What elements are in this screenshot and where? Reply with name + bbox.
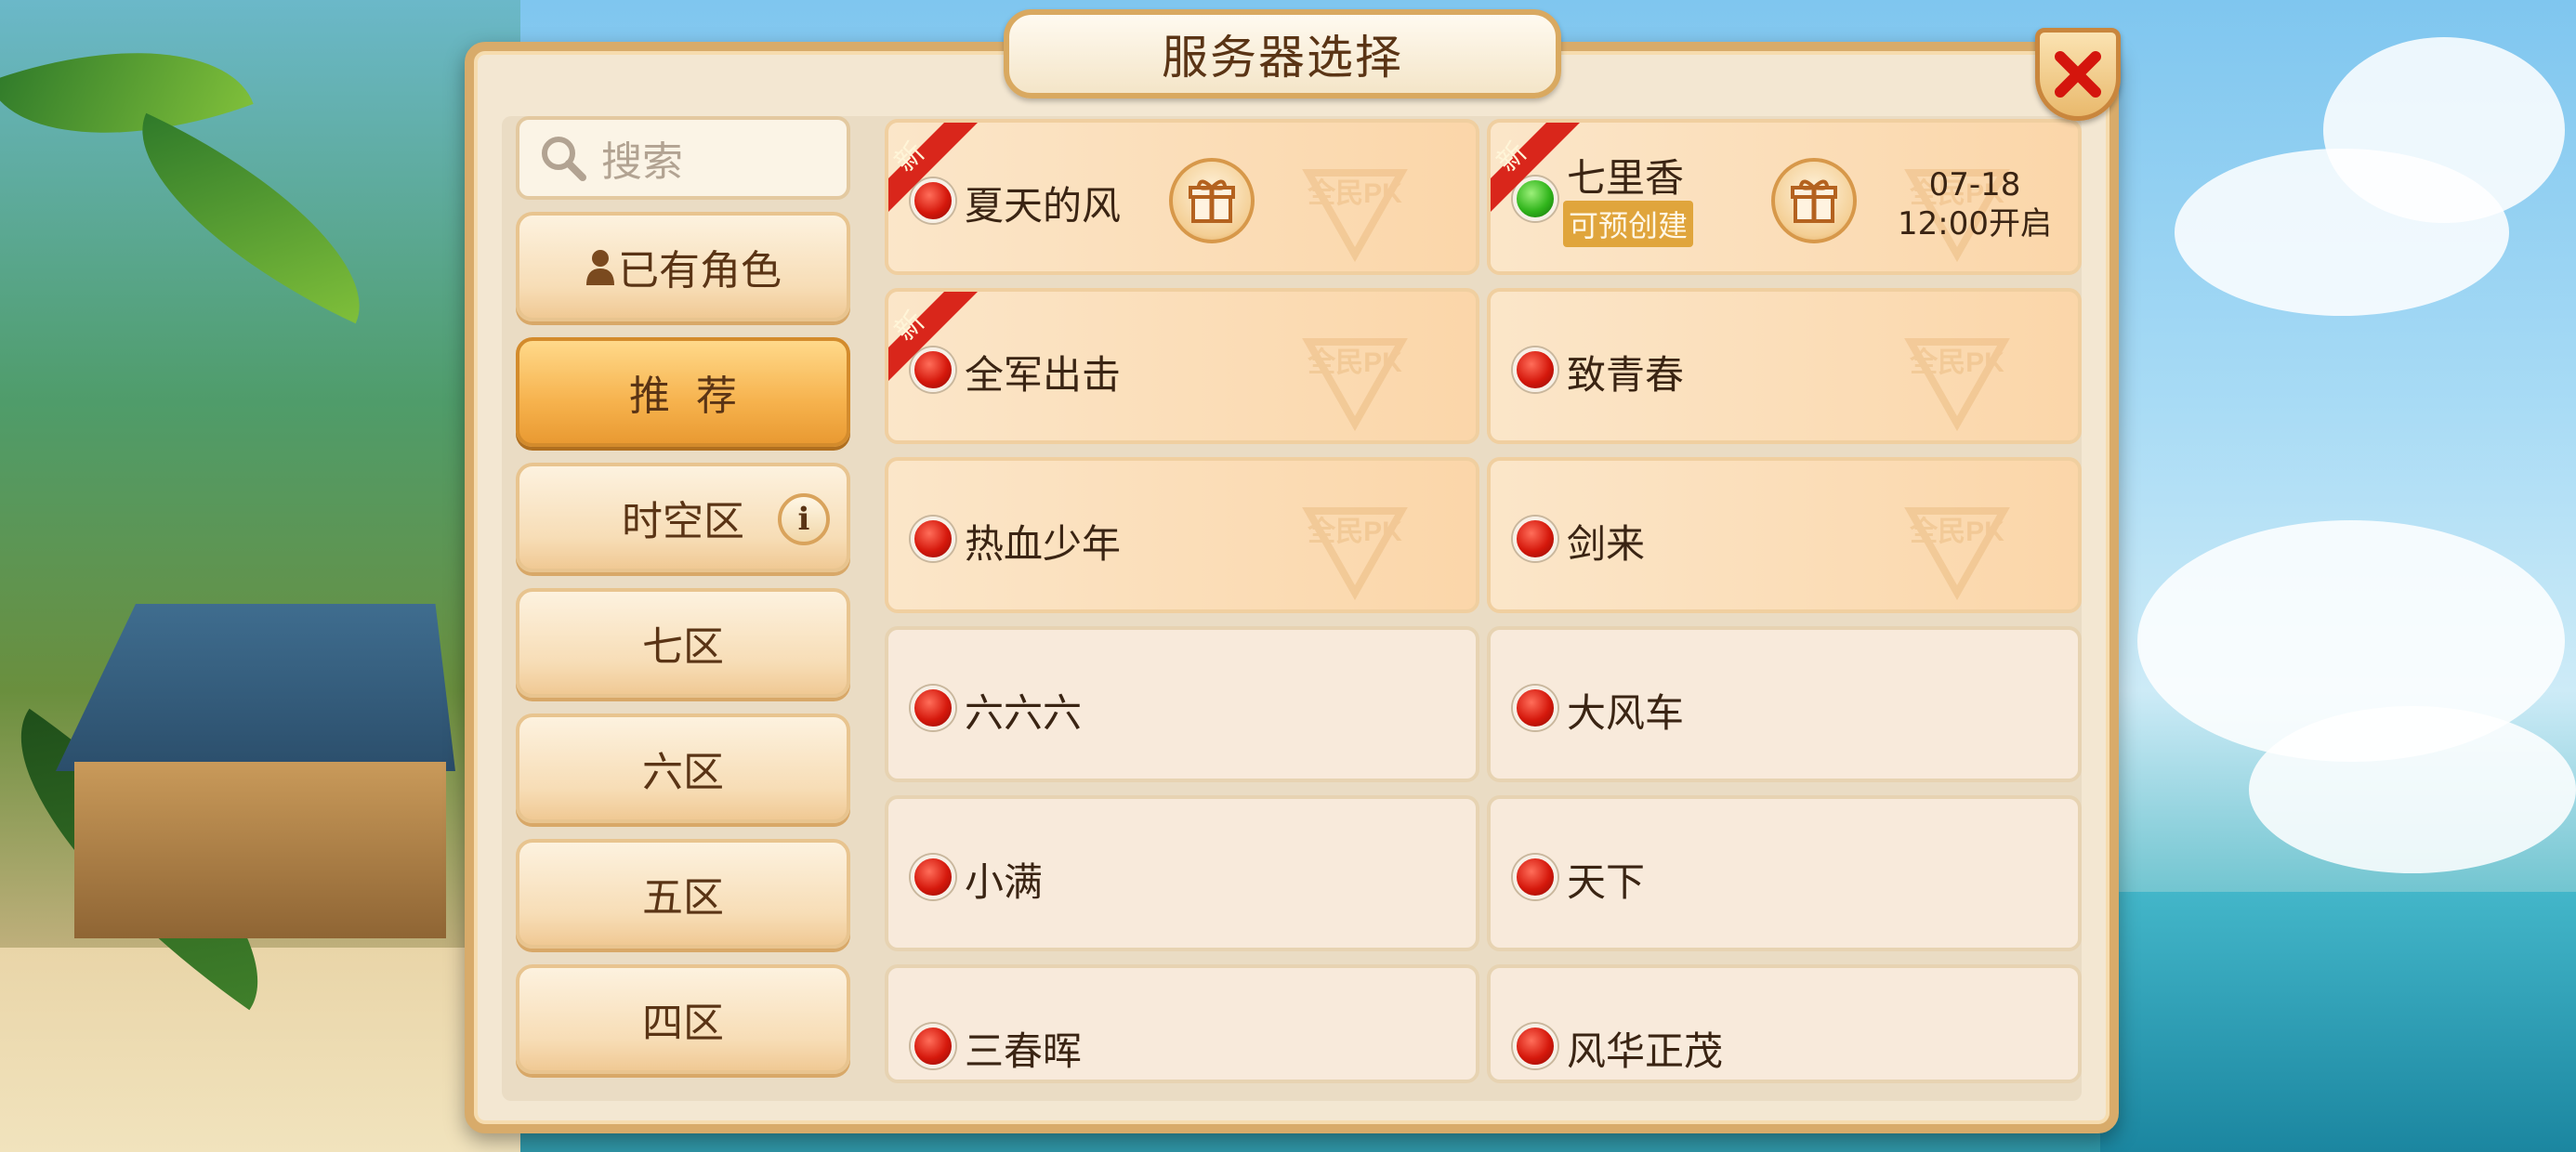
server-card[interactable]: 小满 — [885, 795, 1479, 951]
svg-text:全民PK: 全民PK — [1307, 516, 1402, 547]
search-icon — [542, 137, 586, 181]
pk-emblem-watermark: 全民PK — [1892, 305, 2022, 435]
open-clock: 12:00开启 — [1898, 205, 2052, 242]
server-card[interactable]: 全民PK 夏天的风新 — [885, 119, 1479, 275]
server-name: 剑来 — [1567, 521, 1646, 567]
new-ribbon: 新 — [1491, 123, 1580, 212]
server-name: 风华正茂 — [1567, 1028, 1724, 1074]
gift-icon[interactable] — [1169, 158, 1255, 243]
server-name: 全军出击 — [965, 352, 1122, 398]
category-zone-5[interactable]: 五区 — [516, 839, 850, 949]
gift-icon[interactable] — [1771, 158, 1857, 243]
server-card[interactable]: 三春晖 — [885, 964, 1479, 1083]
category-recommend[interactable]: 推荐 — [516, 337, 850, 447]
category-label: 七区 — [642, 623, 724, 671]
category-label: 六区 — [642, 749, 724, 796]
background-cloud — [2249, 706, 2576, 873]
server-name: 六六六 — [965, 690, 1083, 736]
background-cloud — [2323, 37, 2565, 223]
status-red-dot — [1513, 855, 1557, 899]
status-red-dot — [911, 517, 955, 561]
status-red-dot — [911, 686, 955, 730]
server-card[interactable]: 六六六 — [885, 626, 1479, 782]
server-name: 大风车 — [1567, 690, 1685, 736]
server-name: 三春晖 — [965, 1028, 1083, 1074]
person-icon — [586, 250, 614, 285]
status-red-dot — [911, 855, 955, 899]
server-name: 小满 — [965, 859, 1044, 905]
search-placeholder: 搜索 — [601, 138, 683, 186]
category-zone-4[interactable]: 四区 — [516, 964, 850, 1074]
pk-emblem-watermark: 全民PK — [1290, 136, 1420, 266]
category-label: 四区 — [642, 1000, 724, 1047]
hut-wall — [74, 762, 446, 938]
svg-text:全民PK: 全民PK — [1909, 347, 2004, 378]
server-name: 七里香 — [1567, 155, 1685, 201]
category-label: 五区 — [642, 874, 724, 922]
category-zone-6[interactable]: 六区 — [516, 713, 850, 823]
status-red-dot — [1513, 686, 1557, 730]
status-red-dot — [911, 1024, 955, 1068]
category-label: 时空区 — [622, 498, 744, 545]
server-card[interactable]: 天下 — [1487, 795, 2082, 951]
server-name: 天下 — [1567, 859, 1646, 905]
category-label: 推荐 — [629, 373, 763, 420]
background-sea — [2100, 892, 2576, 1152]
server-name: 致青春 — [1567, 352, 1685, 398]
server-card[interactable]: 全民PK 七里香 可预创建 07-18 12:00开启新 — [1487, 119, 2082, 275]
pk-emblem-watermark: 全民PK — [1290, 474, 1420, 604]
server-card[interactable]: 全民PK 热血少年 — [885, 457, 1479, 613]
status-red-dot — [1513, 517, 1557, 561]
precreate-badge: 可预创建 — [1563, 201, 1694, 247]
server-card[interactable]: 大风车 — [1487, 626, 2082, 782]
svg-text:全民PK: 全民PK — [1307, 177, 1402, 209]
category-existing-roles[interactable]: 已有角色 — [516, 212, 850, 321]
server-card[interactable]: 全民PK 剑来 — [1487, 457, 2082, 613]
search-input[interactable]: 搜索 — [516, 116, 850, 200]
svg-text:全民PK: 全民PK — [1307, 347, 1402, 378]
close-x-icon — [2055, 51, 2101, 98]
close-button[interactable] — [2035, 28, 2121, 121]
status-red-dot — [1513, 347, 1557, 392]
panel-title: 服务器选择 — [1162, 31, 1403, 85]
panel-title-plate: 服务器选择 — [1004, 9, 1561, 98]
background-sand — [0, 948, 520, 1152]
info-icon[interactable]: i — [778, 493, 830, 545]
category-zone-7[interactable]: 七区 — [516, 588, 850, 698]
server-name: 热血少年 — [965, 521, 1122, 567]
new-ribbon: 新 — [888, 123, 978, 212]
category-spacetime[interactable]: 时空区 i — [516, 463, 850, 572]
server-card[interactable]: 风华正茂 — [1487, 964, 2082, 1083]
new-ribbon: 新 — [888, 292, 978, 381]
hut-roof — [56, 604, 455, 771]
status-red-dot — [1513, 1024, 1557, 1068]
server-card[interactable]: 全民PK 致青春 — [1487, 288, 2082, 444]
background-hut — [37, 604, 474, 938]
game-scene: 服务器选择 搜索 已有角色 推荐 时空区 i 七区 六区 五区 四区 全民PK … — [0, 0, 2576, 1152]
pk-emblem-watermark: 全民PK — [1892, 474, 2022, 604]
pk-emblem-watermark: 全民PK — [1290, 305, 1420, 435]
category-label: 已有角色 — [618, 247, 782, 295]
server-card[interactable]: 全民PK 全军出击新 — [885, 288, 1479, 444]
open-time: 07-18 12:00开启 — [1898, 165, 2052, 243]
open-date: 07-18 — [1928, 166, 2021, 203]
svg-text:全民PK: 全民PK — [1909, 516, 2004, 547]
server-name: 夏天的风 — [965, 183, 1122, 229]
